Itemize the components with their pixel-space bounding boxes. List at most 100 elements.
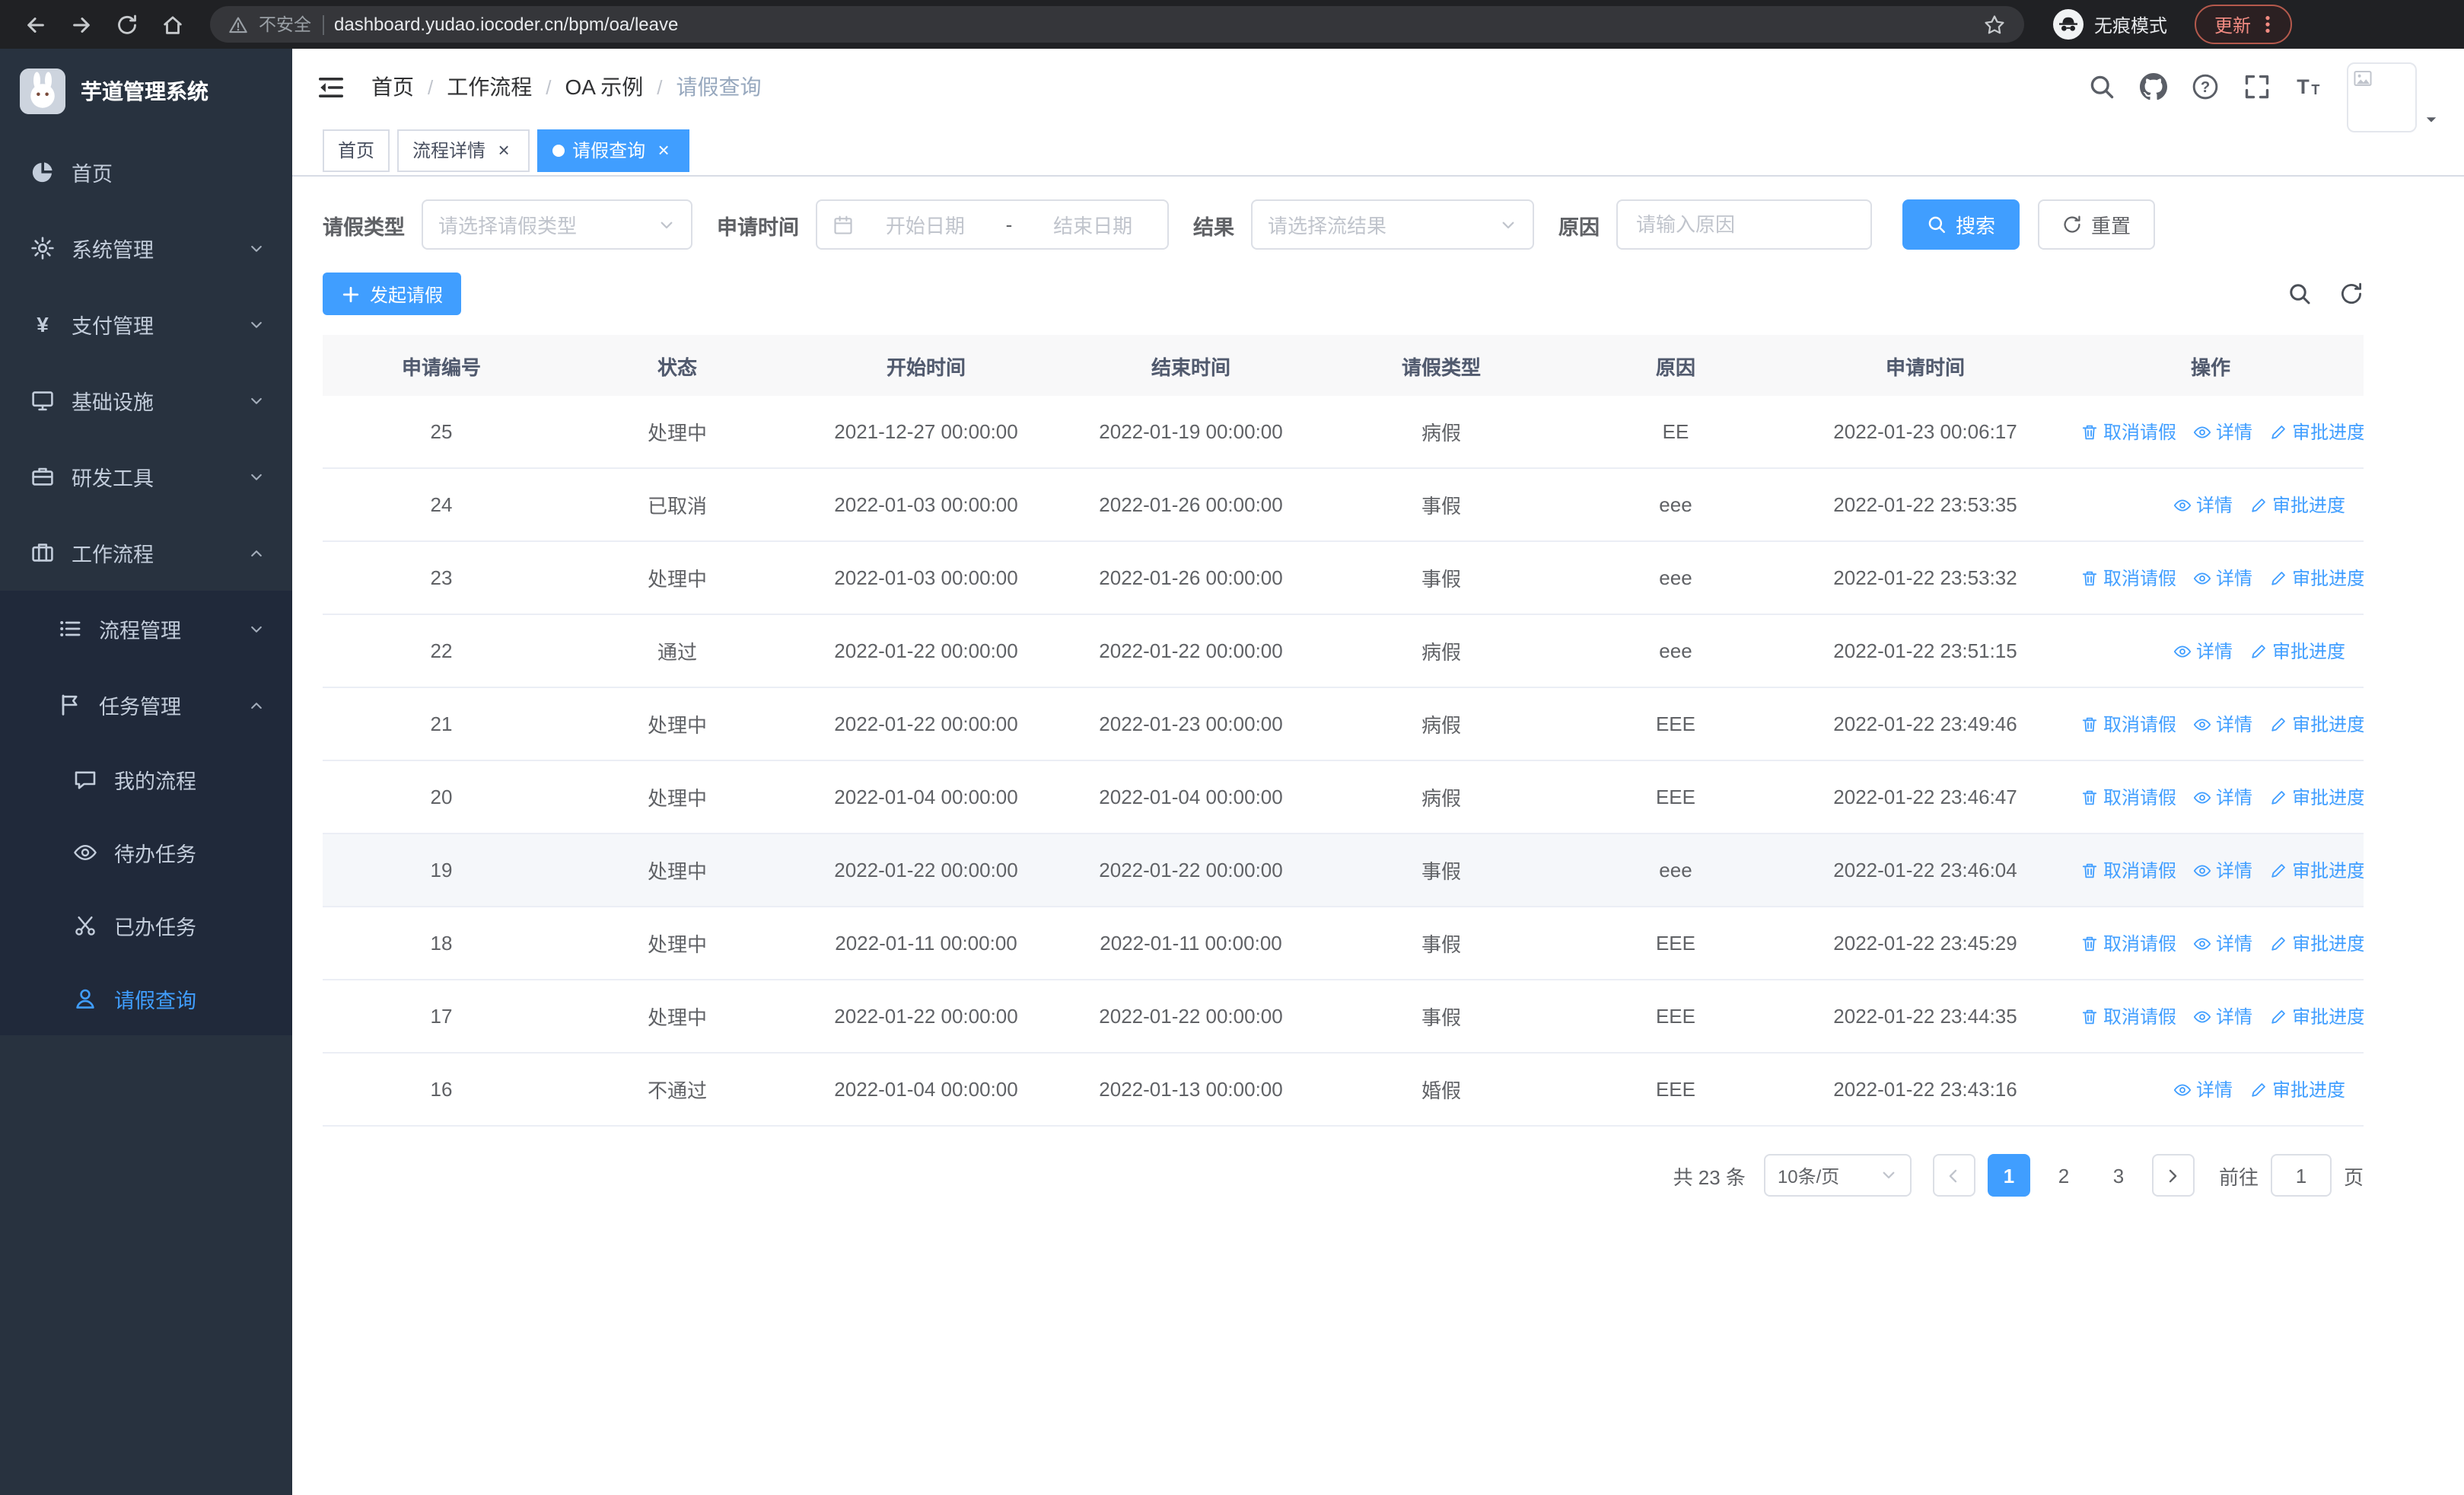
result-select[interactable]: 请选择流结果 xyxy=(1251,199,1534,250)
cancel-action-link[interactable]: 取消请假 xyxy=(2080,784,2176,810)
action-label: 审批进度 xyxy=(2271,1079,2345,1101)
sidebar-item-workflow[interactable]: 工作流程 xyxy=(0,515,292,591)
cell-applied: 2022-01-22 23:45:29 xyxy=(1793,907,2058,980)
github-icon[interactable] xyxy=(2140,73,2167,100)
tab-流程详情[interactable]: 流程详情 × xyxy=(397,129,530,171)
detail-action-link[interactable]: 详情 xyxy=(2193,565,2252,591)
detail-action-link[interactable]: 详情 xyxy=(2173,638,2233,664)
security-warning-label[interactable]: 不安全 xyxy=(259,12,311,37)
progress-action-link[interactable]: 审批进度 xyxy=(2269,1003,2364,1029)
browser-forward-button[interactable] xyxy=(61,5,100,44)
end-date-placeholder[interactable]: 结束日期 xyxy=(1033,210,1152,239)
table-refresh-icon[interactable] xyxy=(2339,282,2364,306)
detail-action-link[interactable]: 详情 xyxy=(2193,711,2252,737)
edit-icon xyxy=(2249,1080,2268,1098)
page-number-1[interactable]: 1 xyxy=(1987,1154,2030,1197)
breadcrumb-item[interactable]: OA 示例 xyxy=(565,72,644,102)
progress-action-link[interactable]: 审批进度 xyxy=(2249,492,2345,518)
next-page-button[interactable] xyxy=(2151,1154,2195,1197)
search-button[interactable]: 搜索 xyxy=(1902,199,2020,250)
sidebar-item-my-process[interactable]: 我的流程 xyxy=(0,743,292,816)
cancel-action-link[interactable]: 取消请假 xyxy=(2080,711,2176,737)
tab-请假查询[interactable]: 请假查询 × xyxy=(537,129,690,171)
page-number-3[interactable]: 3 xyxy=(2096,1154,2140,1197)
bookmark-star-icon[interactable] xyxy=(1983,13,2006,36)
browser-menu-dots-icon[interactable] xyxy=(2257,14,2278,35)
column-header: 状态 xyxy=(560,335,794,396)
start-date-placeholder[interactable]: 开始日期 xyxy=(866,210,985,239)
forward-arrow-icon xyxy=(69,13,92,36)
toggle-search-icon[interactable] xyxy=(2287,282,2312,306)
progress-action-link[interactable]: 审批进度 xyxy=(2269,711,2364,737)
cancel-action-link[interactable]: 取消请假 xyxy=(2080,565,2176,591)
progress-action-link[interactable]: 审批进度 xyxy=(2249,638,2345,664)
page-size-select[interactable]: 10条/页 xyxy=(1763,1154,1912,1197)
action-label: 详情 xyxy=(2216,787,2253,809)
cancel-action-link[interactable]: 取消请假 xyxy=(2080,419,2176,445)
progress-action-link[interactable]: 审批进度 xyxy=(2269,857,2364,883)
apply-time-range-picker[interactable]: 开始日期 - 结束日期 xyxy=(816,199,1169,250)
detail-action-link[interactable]: 详情 xyxy=(2173,1076,2233,1102)
detail-action-link[interactable]: 详情 xyxy=(2193,784,2252,810)
sidebar-collapse-icon[interactable] xyxy=(317,72,345,101)
sidebar-item-infra[interactable]: 基础设施 xyxy=(0,362,292,438)
sidebar-item-payment[interactable]: ¥ 支付管理 xyxy=(0,286,292,362)
reason-label: 原因 xyxy=(1558,215,1600,238)
tab-close-icon[interactable]: × xyxy=(493,139,514,161)
detail-action-link[interactable]: 详情 xyxy=(2193,857,2252,883)
detail-action-link[interactable]: 详情 xyxy=(2193,1003,2252,1029)
sidebar-item-todo[interactable]: 待办任务 xyxy=(0,816,292,889)
detail-action-link[interactable]: 详情 xyxy=(2173,492,2233,518)
breadcrumb-item[interactable]: 工作流程 xyxy=(447,72,532,102)
tab-close-icon[interactable]: × xyxy=(653,139,674,161)
reason-input-box xyxy=(1616,199,1872,250)
eye-icon xyxy=(2193,861,2211,879)
eye-icon xyxy=(2173,496,2192,514)
sidebar-item-devtools[interactable]: 研发工具 xyxy=(0,438,292,515)
page-number-2[interactable]: 2 xyxy=(2042,1154,2085,1197)
fullscreen-icon[interactable] xyxy=(2243,73,2271,100)
browser-back-button[interactable] xyxy=(15,5,55,44)
sidebar-item-leave[interactable]: 请假查询 xyxy=(0,962,292,1035)
browser-reload-button[interactable] xyxy=(107,5,146,44)
reset-button[interactable]: 重置 xyxy=(2038,199,2156,250)
cancel-action-link[interactable]: 取消请假 xyxy=(2080,1003,2176,1029)
scissors-icon xyxy=(73,913,97,938)
browser-home-button[interactable] xyxy=(152,5,192,44)
sidebar-item-process[interactable]: 流程管理 xyxy=(0,591,292,667)
cell-reason: EE xyxy=(1558,396,1793,469)
user-menu[interactable] xyxy=(2347,62,2440,132)
progress-action-link[interactable]: 审批进度 xyxy=(2269,419,2364,445)
address-bar[interactable]: 不安全 dashboard.yudao.iocoder.cn/bpm/oa/le… xyxy=(210,6,2024,43)
tab-首页[interactable]: 首页 xyxy=(323,129,390,171)
cell-applied: 2022-01-22 23:44:35 xyxy=(1793,980,2058,1054)
create-leave-button[interactable]: 发起请假 xyxy=(323,273,462,315)
progress-action-link[interactable]: 审批进度 xyxy=(2269,784,2364,810)
sidebar-logo[interactable]: 芋道管理系统 xyxy=(0,49,292,134)
sidebar-item-system[interactable]: 系统管理 xyxy=(0,210,292,286)
detail-action-link[interactable]: 详情 xyxy=(2193,930,2252,956)
sidebar-item-task[interactable]: 任务管理 xyxy=(0,667,292,743)
goto-page: 前往 页 xyxy=(2219,1154,2364,1197)
update-label[interactable]: 更新 xyxy=(2214,11,2251,37)
cancel-action-link[interactable]: 取消请假 xyxy=(2080,930,2176,956)
sidebar-item-done[interactable]: 已办任务 xyxy=(0,889,292,962)
cancel-action-link[interactable]: 取消请假 xyxy=(2080,857,2176,883)
help-icon[interactable]: ? xyxy=(2192,73,2219,100)
header-search-icon[interactable] xyxy=(2088,73,2115,100)
progress-action-link[interactable]: 审批进度 xyxy=(2269,930,2364,956)
sidebar-item-home[interactable]: 首页 xyxy=(0,134,292,210)
goto-page-input[interactable] xyxy=(2270,1154,2332,1197)
avatar[interactable] xyxy=(2347,62,2417,132)
leave-type-select[interactable]: 请选择请假类型 xyxy=(422,199,692,250)
progress-action-link[interactable]: 审批进度 xyxy=(2269,565,2364,591)
browser-update-menu[interactable]: 更新 xyxy=(2195,5,2293,44)
detail-action-link[interactable]: 详情 xyxy=(2193,419,2252,445)
progress-action-link[interactable]: 审批进度 xyxy=(2249,1076,2345,1102)
edit-icon xyxy=(2269,422,2287,441)
reason-input[interactable] xyxy=(1633,212,1855,237)
breadcrumb-item[interactable]: 首页 xyxy=(371,72,414,102)
prev-page-button[interactable] xyxy=(1932,1154,1975,1197)
url-text[interactable]: dashboard.yudao.iocoder.cn/bpm/oa/leave xyxy=(334,14,1972,35)
font-size-icon[interactable]: TT xyxy=(2295,73,2322,100)
